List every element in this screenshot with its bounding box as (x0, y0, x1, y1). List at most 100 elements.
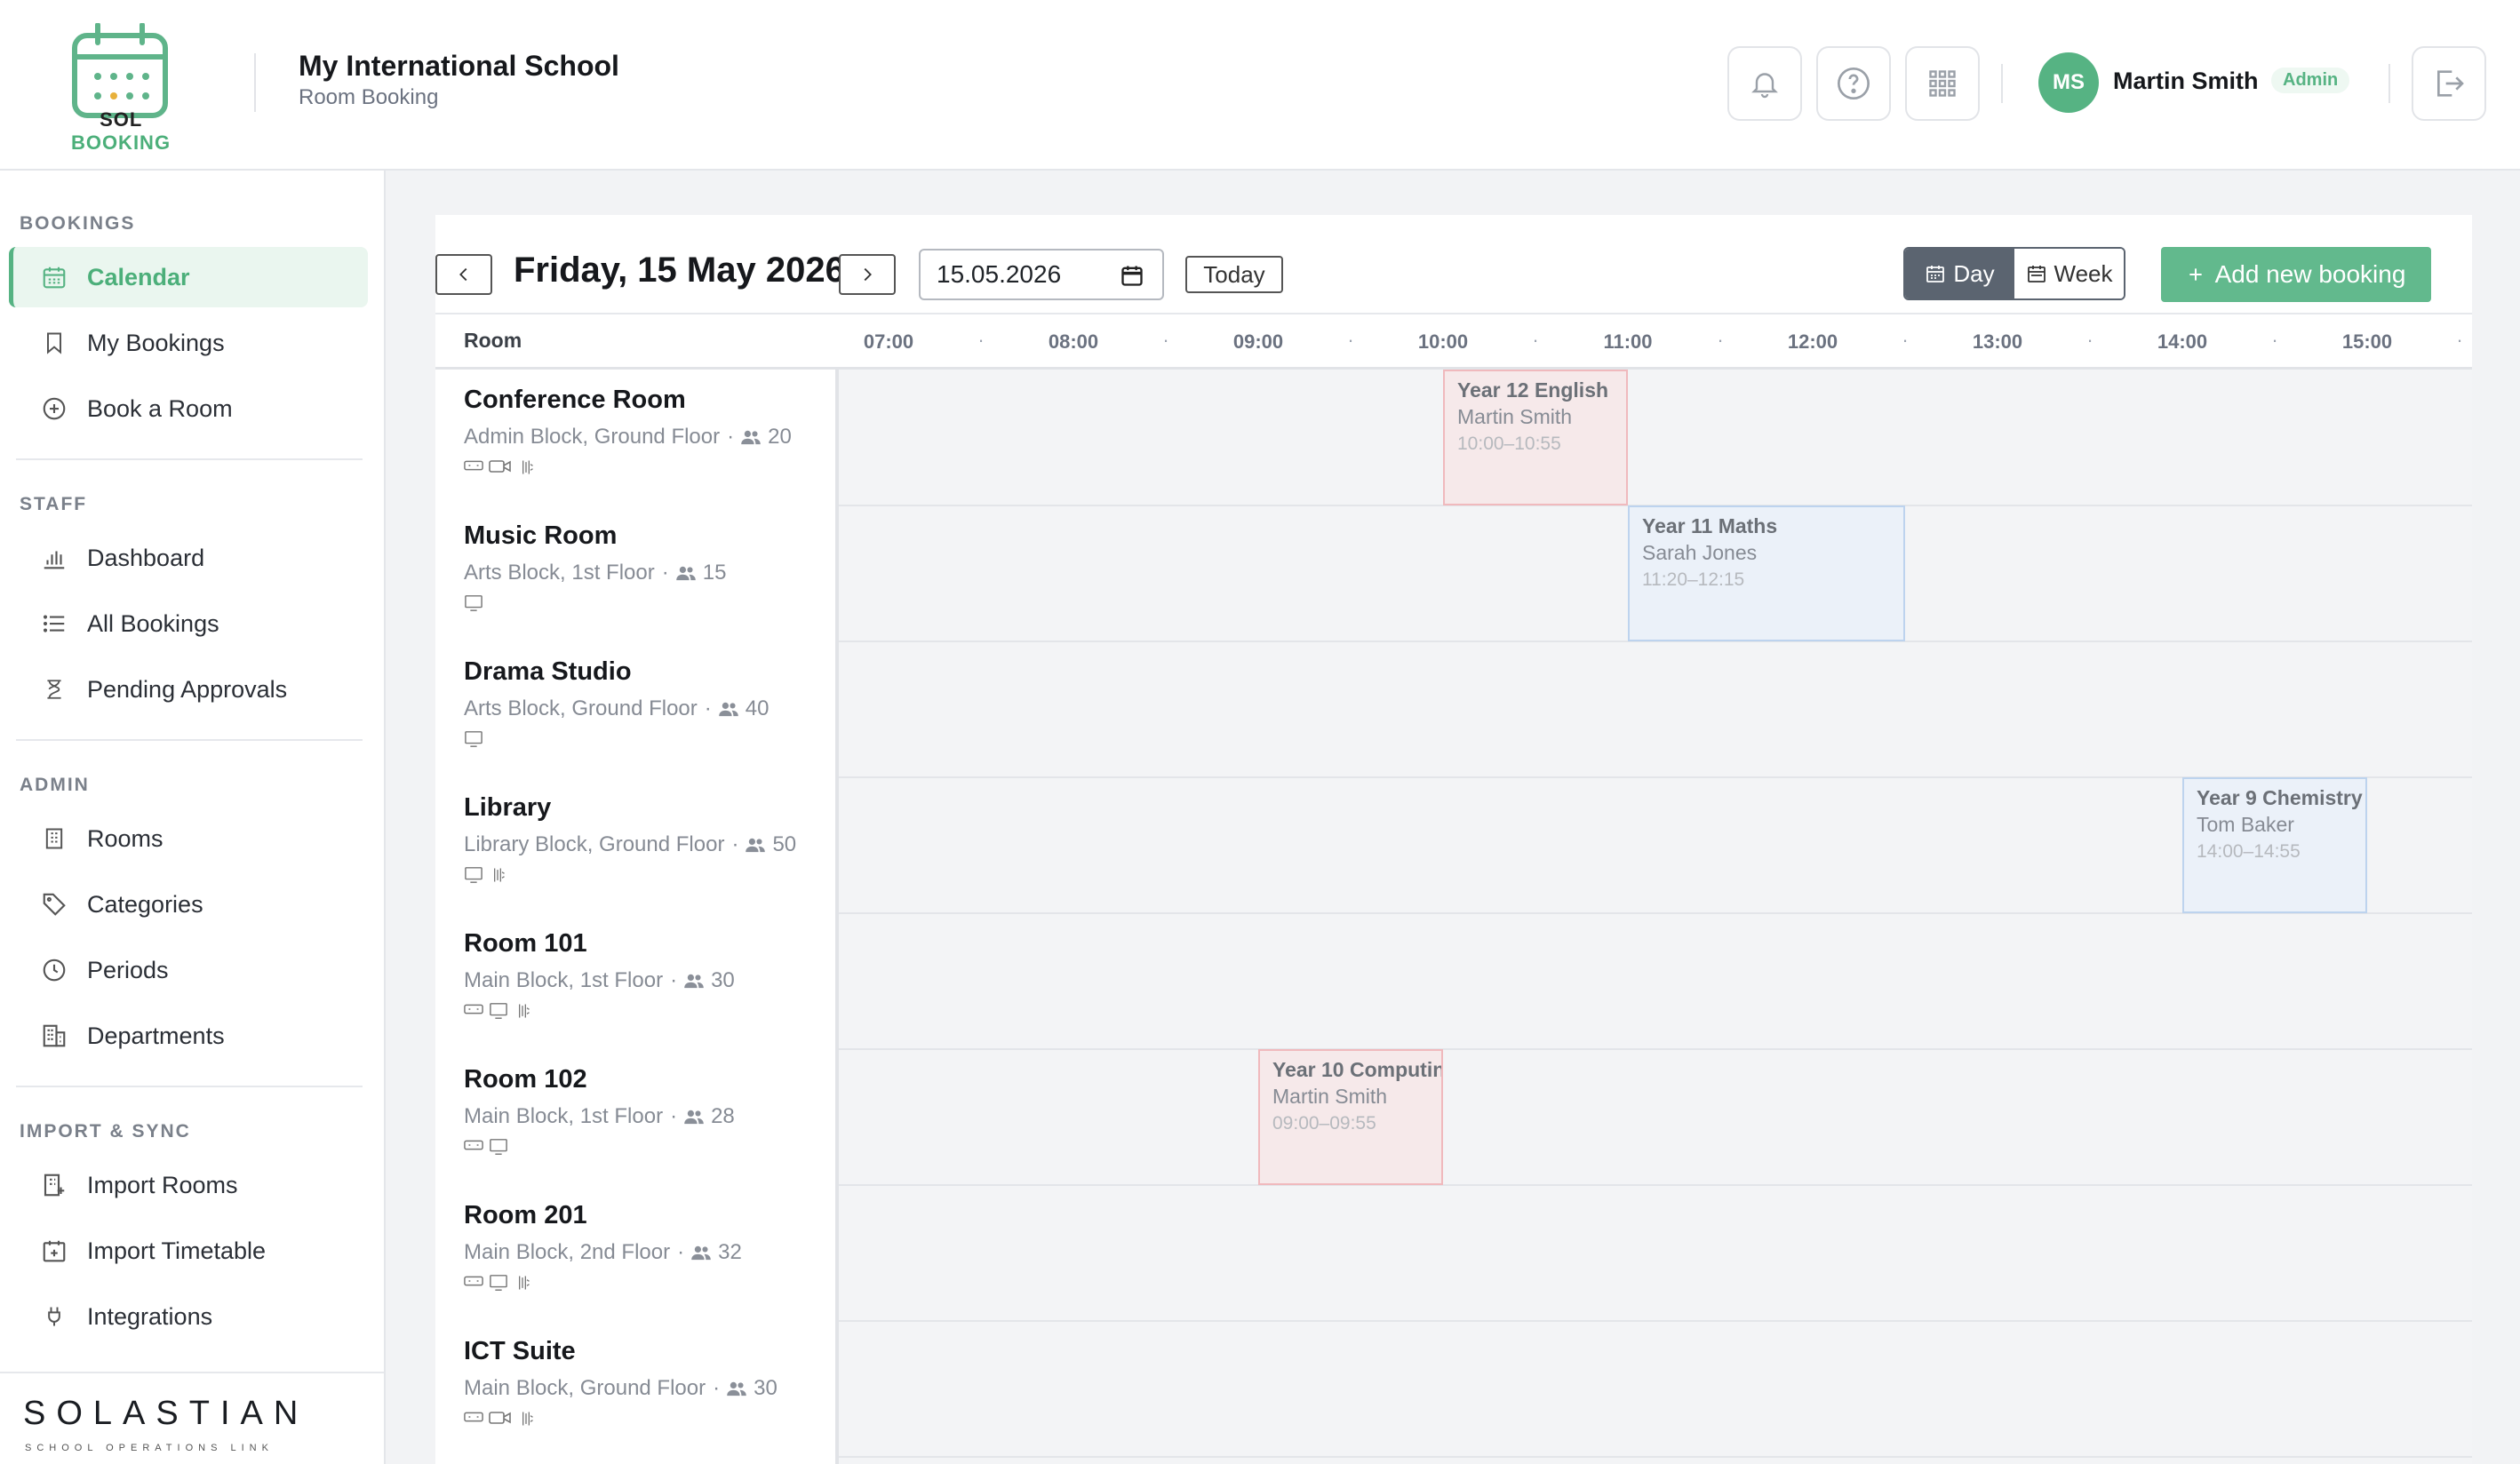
room-features (464, 1410, 535, 1432)
room-location: Main Block, 1st Floor · 30 (464, 968, 735, 993)
sidebar-item-integrations[interactable]: Integrations (9, 1286, 368, 1347)
section-title-admin: ADMIN (20, 775, 90, 795)
room-row[interactable]: Room 102 Main Block, 1st Floor · 28 (435, 1049, 835, 1185)
booking-block[interactable]: Year 9 Chemistry Tom Baker 14:00–14:55 (2182, 777, 2367, 913)
vr-headset-icon (464, 1138, 483, 1160)
hour-label: 07:00 (863, 330, 914, 353)
today-button[interactable]: Today (1185, 256, 1283, 293)
room-name: Room 201 (464, 1201, 587, 1229)
accessibility-icon (514, 1274, 531, 1296)
next-day-button[interactable] (839, 254, 896, 295)
row-divider (839, 1184, 2472, 1186)
sidebar-item-categories[interactable]: Categories (9, 874, 368, 935)
user-name[interactable]: Martin Smith (2113, 68, 2259, 95)
booking-time: 11:20–12:15 (1642, 569, 1745, 590)
sidebar-item-all-bookings[interactable]: All Bookings (9, 593, 368, 654)
sidebar-item-import-rooms[interactable]: Import Rooms (9, 1155, 368, 1215)
avatar[interactable]: MS (2038, 52, 2099, 113)
plus-circle-icon (41, 395, 68, 422)
chevron-right-icon (864, 267, 872, 282)
accessibility-icon (514, 1002, 531, 1024)
room-name: Drama Studio (464, 657, 632, 686)
sidebar-item-import-timetable[interactable]: Import Timetable (9, 1221, 368, 1281)
room-location-text: Main Block, Ground Floor (464, 1376, 706, 1400)
calendar-picker-icon[interactable] (1120, 263, 1144, 288)
help-button[interactable] (1816, 46, 1891, 121)
half-hour-marker: · (1532, 329, 1539, 351)
sidebar-item-book-a-room[interactable]: Book a Room (9, 378, 368, 439)
sidebar-item-rooms[interactable]: Rooms (9, 808, 368, 869)
grid-icon (1929, 70, 1956, 97)
sidebar: BOOKINGS Calendar My Bookings Book a Roo… (0, 171, 386, 1464)
monitor-icon (489, 1002, 508, 1024)
sidebar-item-calendar[interactable]: Calendar (9, 247, 368, 307)
room-row[interactable]: Conference Room Admin Block, Ground Floo… (435, 370, 835, 505)
separator: · (677, 1240, 685, 1264)
day-view-label: Day (1953, 259, 1995, 287)
room-row[interactable]: Room 201 Main Block, 2nd Floor · 32 (435, 1185, 835, 1321)
app-logo[interactable]: SOL BOOKING (50, 23, 192, 155)
sidebar-item-label: Integrations (87, 1302, 213, 1330)
prev-day-button[interactable] (435, 254, 492, 295)
notifications-button[interactable] (1727, 46, 1802, 121)
room-location-text: Arts Block, Ground Floor (464, 696, 698, 720)
booking-block[interactable]: Year 12 English Martin Smith 10:00–10:55 (1443, 370, 1628, 505)
room-row[interactable]: ICT Suite Main Block, Ground Floor · 30 (435, 1321, 835, 1457)
room-features (464, 866, 506, 888)
vr-headset-icon (464, 458, 483, 481)
booking-block[interactable]: Year 10 Computing Martin Smith 09:00–09:… (1258, 1049, 1443, 1185)
sidebar-item-my-bookings[interactable]: My Bookings (9, 313, 368, 373)
bell-icon (1751, 73, 1778, 99)
room-features (464, 1002, 531, 1024)
plug-icon (41, 1303, 68, 1330)
week-view-button[interactable]: Week (2014, 249, 2124, 298)
people-icon (675, 566, 696, 581)
sidebar-divider (16, 458, 363, 460)
room-features (464, 594, 483, 617)
people-icon (727, 1381, 746, 1396)
people-icon (691, 1245, 711, 1261)
booking-block[interactable]: Year 11 Maths Sarah Jones 11:20–12:15 (1628, 505, 1905, 641)
room-row[interactable]: Library Library Block, Ground Floor · 50 (435, 777, 835, 913)
room-row[interactable]: Music Room Arts Block, 1st Floor · 15 (435, 505, 835, 641)
role-badge: Admin (2271, 68, 2350, 93)
room-capacity: 50 (772, 832, 797, 856)
booking-title: Year 12 English (1457, 378, 1609, 402)
room-capacity: 15 (702, 561, 727, 585)
logout-button[interactable] (2412, 46, 2486, 121)
hourglass-icon (41, 676, 68, 703)
booking-title: Year 10 Computing (1272, 1058, 1443, 1081)
app-header: SOL BOOKING My International School Room… (0, 0, 2520, 171)
booking-title: Year 9 Chemistry (2197, 786, 2363, 809)
room-row[interactable]: Room 101 Main Block, 1st Floor · 30 (435, 913, 835, 1049)
room-location-text: Main Block, 1st Floor (464, 1104, 664, 1128)
hour-label: 09:00 (1232, 330, 1284, 353)
add-booking-label: Add new booking (2214, 260, 2406, 288)
row-divider (839, 1048, 2472, 1050)
people-icon (741, 430, 761, 445)
room-row[interactable]: Drama Studio Arts Block, Ground Floor · … (435, 641, 835, 777)
separator: · (670, 1104, 678, 1128)
room-location: Main Block, 2nd Floor · 32 (464, 1240, 742, 1265)
calendar-import-icon (41, 1237, 68, 1264)
calendar-week-icon (2027, 266, 2046, 282)
booking-time: 09:00–09:55 (1272, 1113, 1376, 1134)
separator: · (661, 561, 669, 585)
people-icon (746, 838, 766, 853)
timeline-grid[interactable]: Year 12 English Martin Smith 10:00–10:55… (839, 370, 2472, 1464)
sidebar-item-periods[interactable]: Periods (9, 940, 368, 1000)
sidebar-item-pending-approvals[interactable]: Pending Approvals (9, 659, 368, 720)
calendar-logo-icon (72, 23, 168, 118)
day-view-button[interactable]: Day (1905, 249, 2014, 298)
booking-person: Martin Smith (1272, 1085, 1388, 1108)
sidebar-item-departments[interactable]: Departments (9, 1006, 368, 1066)
separator: · (727, 425, 735, 449)
add-booking-button[interactable]: Add new booking (2161, 247, 2431, 302)
sidebar-item-dashboard[interactable]: Dashboard (9, 528, 368, 588)
apps-button[interactable] (1905, 46, 1980, 121)
date-picker-input[interactable]: 15.05.2026 (919, 249, 1164, 300)
room-name: ICT Suite (464, 1337, 576, 1365)
week-view-label: Week (2053, 259, 2113, 287)
monitor-icon (464, 594, 483, 617)
sidebar-item-label: All Bookings (87, 609, 219, 637)
